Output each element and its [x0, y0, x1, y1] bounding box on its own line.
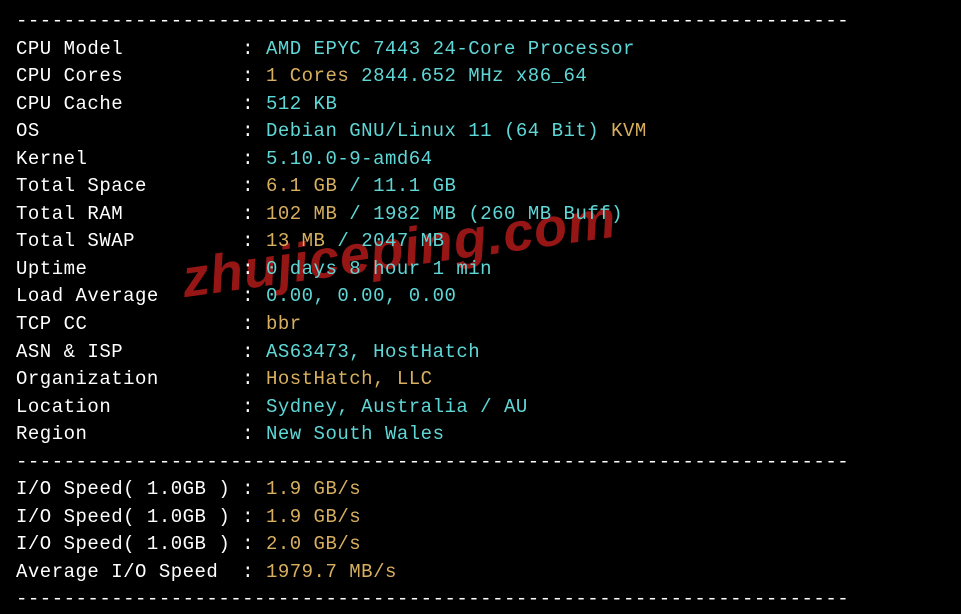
kernel-label: Kernel — [16, 148, 230, 170]
io-speed-3-label: I/O Speed( 1.0GB ) — [16, 533, 230, 555]
colon: : — [230, 561, 266, 583]
io-speed-avg-label: Average I/O Speed — [16, 561, 230, 583]
cpu-cores-label: CPU Cores — [16, 65, 230, 87]
asn-isp-row: ASN & ISP : AS63473, HostHatch — [16, 339, 945, 367]
load-avg-value: 0.00, 0.00, 0.00 — [266, 285, 456, 307]
colon: : — [230, 93, 266, 115]
tcp-cc-label: TCP CC — [16, 313, 230, 335]
cpu-cache-label: CPU Cache — [16, 93, 230, 115]
asn-isp-value: AS63473, HostHatch — [266, 341, 480, 363]
io-speed-2-value: 1.9 GB/s — [266, 506, 361, 528]
location-value: Sydney, Australia / AU — [266, 396, 528, 418]
colon: : — [230, 258, 266, 280]
region-value: New South Wales — [266, 423, 445, 445]
os-row: OS : Debian GNU/Linux 11 (64 Bit) KVM — [16, 118, 945, 146]
total-ram-used: 102 MB — [266, 203, 337, 225]
os-virt: KVM — [599, 120, 647, 142]
os-label: OS — [16, 120, 230, 142]
total-swap-row: Total SWAP : 13 MB / 2047 MB — [16, 228, 945, 256]
region-label: Region — [16, 423, 230, 445]
cpu-cache-value: 512 KB — [266, 93, 337, 115]
organization-value: HostHatch, LLC — [266, 368, 433, 390]
region-row: Region : New South Wales — [16, 421, 945, 449]
tcp-cc-value: bbr — [266, 313, 302, 335]
total-swap-used: 13 MB — [266, 230, 326, 252]
total-space-used: 6.1 GB — [266, 175, 337, 197]
total-swap-label: Total SWAP — [16, 230, 230, 252]
colon: : — [230, 38, 266, 60]
asn-isp-label: ASN & ISP — [16, 341, 230, 363]
colon: : — [230, 175, 266, 197]
total-ram-buff: (260 MB Buff) — [456, 203, 623, 225]
location-row: Location : Sydney, Australia / AU — [16, 394, 945, 422]
total-ram-label: Total RAM — [16, 203, 230, 225]
total-swap-sep: / — [325, 230, 361, 252]
total-ram-total: 1982 MB — [373, 203, 456, 225]
colon: : — [230, 230, 266, 252]
organization-row: Organization : HostHatch, LLC — [16, 366, 945, 394]
io-speed-avg-value: 1979.7 MB/s — [266, 561, 397, 583]
colon: : — [230, 285, 266, 307]
load-avg-label: Load Average — [16, 285, 230, 307]
kernel-value: 5.10.0-9-amd64 — [266, 148, 433, 170]
uptime-value: 0 days 8 hour 1 min — [266, 258, 492, 280]
io-speed-1-row: I/O Speed( 1.0GB ) : 1.9 GB/s — [16, 476, 945, 504]
uptime-label: Uptime — [16, 258, 230, 280]
colon: : — [230, 148, 266, 170]
total-space-total: 11.1 GB — [373, 175, 456, 197]
total-space-sep: / — [337, 175, 373, 197]
colon: : — [230, 423, 266, 445]
io-speed-1-label: I/O Speed( 1.0GB ) — [16, 478, 230, 500]
colon: : — [230, 396, 266, 418]
io-speed-3-value: 2.0 GB/s — [266, 533, 361, 555]
total-ram-row: Total RAM : 102 MB / 1982 MB (260 MB Buf… — [16, 201, 945, 229]
tcp-cc-row: TCP CC : bbr — [16, 311, 945, 339]
colon: : — [230, 533, 266, 555]
colon: : — [230, 120, 266, 142]
cpu-cores-count: 1 Cores — [266, 65, 349, 87]
io-speed-2-label: I/O Speed( 1.0GB ) — [16, 506, 230, 528]
divider-middle: ----------------------------------------… — [16, 449, 945, 477]
divider-top: ----------------------------------------… — [16, 8, 945, 36]
total-space-row: Total Space : 6.1 GB / 11.1 GB — [16, 173, 945, 201]
os-value: Debian GNU/Linux 11 (64 Bit) — [266, 120, 599, 142]
colon: : — [230, 478, 266, 500]
load-avg-row: Load Average : 0.00, 0.00, 0.00 — [16, 283, 945, 311]
uptime-row: Uptime : 0 days 8 hour 1 min — [16, 256, 945, 284]
total-ram-sep: / — [337, 203, 373, 225]
io-speed-1-value: 1.9 GB/s — [266, 478, 361, 500]
cpu-cores-freq: 2844.652 MHz x86_64 — [349, 65, 587, 87]
colon: : — [230, 368, 266, 390]
colon: : — [230, 341, 266, 363]
cpu-model-row: CPU Model : AMD EPYC 7443 24-Core Proces… — [16, 36, 945, 64]
cpu-cache-row: CPU Cache : 512 KB — [16, 91, 945, 119]
total-space-label: Total Space — [16, 175, 230, 197]
io-speed-avg-row: Average I/O Speed : 1979.7 MB/s — [16, 559, 945, 587]
colon: : — [230, 65, 266, 87]
kernel-row: Kernel : 5.10.0-9-amd64 — [16, 146, 945, 174]
colon: : — [230, 506, 266, 528]
location-label: Location — [16, 396, 230, 418]
io-speed-3-row: I/O Speed( 1.0GB ) : 2.0 GB/s — [16, 531, 945, 559]
cpu-cores-row: CPU Cores : 1 Cores 2844.652 MHz x86_64 — [16, 63, 945, 91]
organization-label: Organization — [16, 368, 230, 390]
io-speed-2-row: I/O Speed( 1.0GB ) : 1.9 GB/s — [16, 504, 945, 532]
cpu-model-value: AMD EPYC 7443 24-Core Processor — [266, 38, 635, 60]
cpu-model-label: CPU Model — [16, 38, 230, 60]
colon: : — [230, 203, 266, 225]
colon: : — [230, 313, 266, 335]
divider-bottom: ----------------------------------------… — [16, 586, 945, 614]
total-swap-total: 2047 MB — [361, 230, 444, 252]
